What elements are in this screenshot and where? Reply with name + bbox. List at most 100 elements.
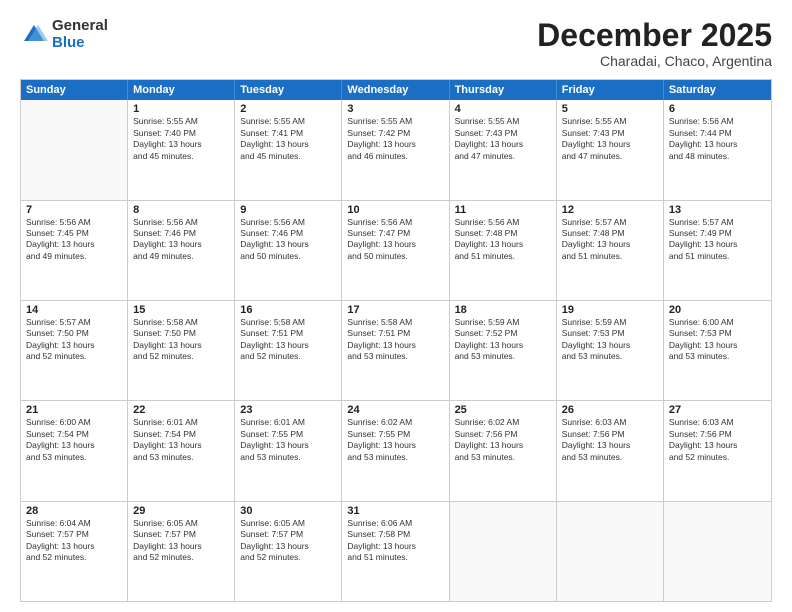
cell-info-line: Daylight: 13 hours: [26, 239, 122, 250]
cal-cell-empty: [664, 502, 771, 601]
cal-cell-day-19: 19Sunrise: 5:59 AMSunset: 7:53 PMDayligh…: [557, 301, 664, 400]
month-title: December 2025: [537, 18, 772, 53]
logo-blue: Blue: [52, 35, 108, 52]
header-day-monday: Monday: [128, 80, 235, 100]
cal-row-3: 14Sunrise: 5:57 AMSunset: 7:50 PMDayligh…: [21, 300, 771, 400]
cell-info-line: Sunrise: 5:59 AM: [455, 317, 551, 328]
cell-info-line: Daylight: 13 hours: [26, 440, 122, 451]
cell-info-line: Daylight: 13 hours: [133, 239, 229, 250]
cell-info-line: and 50 minutes.: [347, 251, 443, 262]
cal-cell-empty: [450, 502, 557, 601]
cell-info-line: and 53 minutes.: [26, 452, 122, 463]
cell-info-line: Daylight: 13 hours: [455, 139, 551, 150]
cell-info-line: and 52 minutes.: [133, 552, 229, 563]
day-number: 31: [347, 505, 443, 517]
cell-info-line: Sunrise: 5:55 AM: [240, 116, 336, 127]
title-block: December 2025 Charadai, Chaco, Argentina: [537, 18, 772, 69]
day-number: 16: [240, 304, 336, 316]
cell-info-line: and 53 minutes.: [455, 351, 551, 362]
cell-info-line: Daylight: 13 hours: [133, 139, 229, 150]
cell-info-line: Sunrise: 6:05 AM: [133, 518, 229, 529]
cell-info-line: Daylight: 13 hours: [562, 340, 658, 351]
cal-cell-day-8: 8Sunrise: 5:56 AMSunset: 7:46 PMDaylight…: [128, 201, 235, 300]
header-day-tuesday: Tuesday: [235, 80, 342, 100]
cell-info-line: Sunset: 7:49 PM: [669, 228, 766, 239]
cell-info-line: and 47 minutes.: [562, 151, 658, 162]
cell-info-line: and 51 minutes.: [347, 552, 443, 563]
day-number: 1: [133, 103, 229, 115]
cal-row-2: 7Sunrise: 5:56 AMSunset: 7:45 PMDaylight…: [21, 200, 771, 300]
cell-info-line: Daylight: 13 hours: [240, 239, 336, 250]
cell-info-line: and 51 minutes.: [455, 251, 551, 262]
cell-info-line: Daylight: 13 hours: [133, 541, 229, 552]
day-number: 4: [455, 103, 551, 115]
cal-cell-day-25: 25Sunrise: 6:02 AMSunset: 7:56 PMDayligh…: [450, 401, 557, 500]
cell-info-line: Sunset: 7:56 PM: [455, 429, 551, 440]
cell-info-line: Sunset: 7:51 PM: [240, 328, 336, 339]
cell-info-line: Daylight: 13 hours: [347, 139, 443, 150]
cell-info-line: Daylight: 13 hours: [455, 239, 551, 250]
cell-info-line: Sunrise: 5:56 AM: [133, 217, 229, 228]
cal-cell-day-15: 15Sunrise: 5:58 AMSunset: 7:50 PMDayligh…: [128, 301, 235, 400]
day-number: 24: [347, 404, 443, 416]
cell-info-line: Sunset: 7:43 PM: [455, 128, 551, 139]
cal-cell-day-20: 20Sunrise: 6:00 AMSunset: 7:53 PMDayligh…: [664, 301, 771, 400]
day-number: 5: [562, 103, 658, 115]
cell-info-line: Sunrise: 6:00 AM: [26, 417, 122, 428]
calendar-header: SundayMondayTuesdayWednesdayThursdayFrid…: [21, 80, 771, 100]
cal-cell-day-4: 4Sunrise: 5:55 AMSunset: 7:43 PMDaylight…: [450, 100, 557, 199]
day-number: 8: [133, 204, 229, 216]
cell-info-line: Daylight: 13 hours: [133, 340, 229, 351]
day-number: 12: [562, 204, 658, 216]
page: General Blue December 2025 Charadai, Cha…: [0, 0, 792, 612]
day-number: 25: [455, 404, 551, 416]
cell-info-line: and 53 minutes.: [562, 452, 658, 463]
day-number: 23: [240, 404, 336, 416]
cell-info-line: Sunrise: 6:06 AM: [347, 518, 443, 529]
cell-info-line: and 48 minutes.: [669, 151, 766, 162]
day-number: 28: [26, 505, 122, 517]
cell-info-line: Sunset: 7:54 PM: [26, 429, 122, 440]
location: Charadai, Chaco, Argentina: [537, 53, 772, 69]
day-number: 22: [133, 404, 229, 416]
cell-info-line: and 46 minutes.: [347, 151, 443, 162]
cell-info-line: Sunrise: 5:56 AM: [455, 217, 551, 228]
logo-text: General Blue: [52, 18, 108, 51]
cell-info-line: Sunset: 7:50 PM: [133, 328, 229, 339]
cell-info-line: Sunset: 7:45 PM: [26, 228, 122, 239]
cell-info-line: Sunset: 7:46 PM: [240, 228, 336, 239]
cell-info-line: Daylight: 13 hours: [26, 541, 122, 552]
cell-info-line: Sunset: 7:40 PM: [133, 128, 229, 139]
cell-info-line: Sunrise: 5:58 AM: [133, 317, 229, 328]
cell-info-line: Sunrise: 5:56 AM: [240, 217, 336, 228]
cell-info-line: Sunrise: 6:02 AM: [455, 417, 551, 428]
cell-info-line: Daylight: 13 hours: [240, 340, 336, 351]
cal-row-4: 21Sunrise: 6:00 AMSunset: 7:54 PMDayligh…: [21, 400, 771, 500]
cell-info-line: Sunrise: 6:03 AM: [562, 417, 658, 428]
cal-cell-day-30: 30Sunrise: 6:05 AMSunset: 7:57 PMDayligh…: [235, 502, 342, 601]
cell-info-line: Daylight: 13 hours: [240, 139, 336, 150]
cell-info-line: Sunrise: 5:55 AM: [133, 116, 229, 127]
cell-info-line: Daylight: 13 hours: [669, 239, 766, 250]
cell-info-line: Sunset: 7:56 PM: [562, 429, 658, 440]
day-number: 7: [26, 204, 122, 216]
cell-info-line: and 45 minutes.: [133, 151, 229, 162]
calendar-body: 1Sunrise: 5:55 AMSunset: 7:40 PMDaylight…: [21, 100, 771, 601]
cell-info-line: Sunset: 7:53 PM: [669, 328, 766, 339]
cell-info-line: Sunrise: 6:03 AM: [669, 417, 766, 428]
cal-cell-day-1: 1Sunrise: 5:55 AMSunset: 7:40 PMDaylight…: [128, 100, 235, 199]
cell-info-line: Sunrise: 5:56 AM: [347, 217, 443, 228]
cell-info-line: and 45 minutes.: [240, 151, 336, 162]
cal-cell-day-17: 17Sunrise: 5:58 AMSunset: 7:51 PMDayligh…: [342, 301, 449, 400]
cell-info-line: and 53 minutes.: [455, 452, 551, 463]
day-number: 6: [669, 103, 766, 115]
cal-cell-day-24: 24Sunrise: 6:02 AMSunset: 7:55 PMDayligh…: [342, 401, 449, 500]
day-number: 13: [669, 204, 766, 216]
cell-info-line: and 52 minutes.: [133, 351, 229, 362]
day-number: 26: [562, 404, 658, 416]
cell-info-line: Sunset: 7:42 PM: [347, 128, 443, 139]
cell-info-line: Daylight: 13 hours: [240, 541, 336, 552]
day-number: 27: [669, 404, 766, 416]
header: General Blue December 2025 Charadai, Cha…: [20, 18, 772, 69]
cell-info-line: and 51 minutes.: [669, 251, 766, 262]
